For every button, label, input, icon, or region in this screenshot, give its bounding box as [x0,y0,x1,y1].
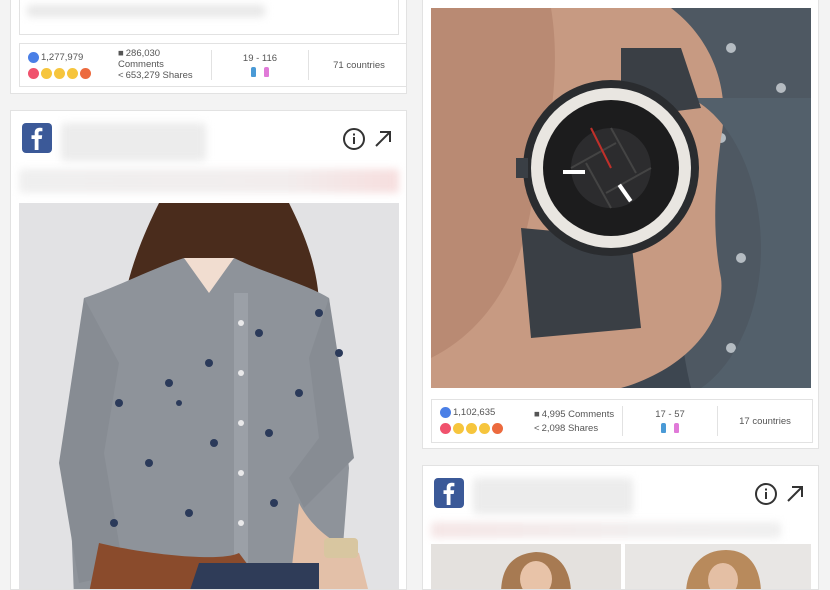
speech-bubble-icon: ■ [534,409,540,420]
countries-col: 71 countries [309,44,406,86]
age-range: 17 - 57 [655,409,685,420]
ad-text-blurred [19,169,399,193]
comments-label: Comments [118,59,164,70]
info-icon[interactable] [342,127,366,151]
engagement-col: ■ 4,995 Comments <2,098 Shares [534,400,626,442]
countries-col: 17 countries [718,400,812,442]
arrow-up-right-icon[interactable] [783,482,807,506]
stats-bar: 1,102,635 ■ 4,995 Comments <2,098 Shares … [431,399,813,443]
male-icon [251,67,256,77]
ad-text-blurred [431,522,781,538]
comments-count: 4,995 Comments [541,409,615,420]
sad-icon [479,423,490,434]
ad-image-watch [431,8,811,388]
advertiser-name-blurred [61,123,206,161]
female-icon [674,423,679,433]
ad-image-shirt [19,203,399,589]
speech-bubble-icon: ■ [118,48,124,59]
countries: 17 countries [739,416,791,427]
shares-count: 653,279 Shares [125,70,193,81]
arrow-up-right-icon[interactable] [371,127,395,151]
angry-icon [492,423,503,434]
female-icon [264,67,269,77]
share-icon: < [534,423,540,434]
angry-icon [80,68,91,79]
wow-icon [466,423,477,434]
audience-col: 17 - 57 [623,400,717,442]
comments-count: 286,030 [125,48,161,59]
ad-card-watch: 1,102,635 ■ 4,995 Comments <2,098 Shares … [422,0,819,449]
like-icon [440,407,451,418]
ad-card-shirt [10,110,407,590]
ad-card-bottom-right [422,465,819,590]
likes-count: 1,102,635 [453,407,496,418]
preview-frame [19,0,399,35]
haha-icon [41,68,52,79]
engagement-col: ■ 286,030 Comments <653,279 Shares [118,44,213,86]
audience-col: 19 - 116 [212,44,308,86]
male-icon [661,423,666,433]
countries: 71 countries [333,60,385,71]
facebook-icon [22,123,52,153]
haha-icon [453,423,464,434]
wow-icon [54,68,65,79]
shares-count: 2,098 Shares [541,423,599,434]
share-icon: < [118,70,124,81]
ad-image-women [431,544,811,589]
info-icon[interactable] [754,482,778,506]
facebook-icon [434,478,464,508]
age-range: 19 - 116 [242,53,278,64]
like-icon [28,52,39,63]
ad-card-top-left: 1,277,979 ■ 286,030 Comments <653,279 Sha… [10,0,407,94]
likes-count: 1,277,979 [41,52,84,63]
sad-icon [67,68,78,79]
reactions-col: 1,102,635 [440,400,532,442]
reactions-col: 1,277,979 [28,44,118,86]
stats-bar: 1,277,979 ■ 286,030 Comments <653,279 Sha… [19,43,406,87]
advertiser-name-blurred [473,478,633,514]
love-icon [440,423,451,434]
love-icon [28,68,39,79]
